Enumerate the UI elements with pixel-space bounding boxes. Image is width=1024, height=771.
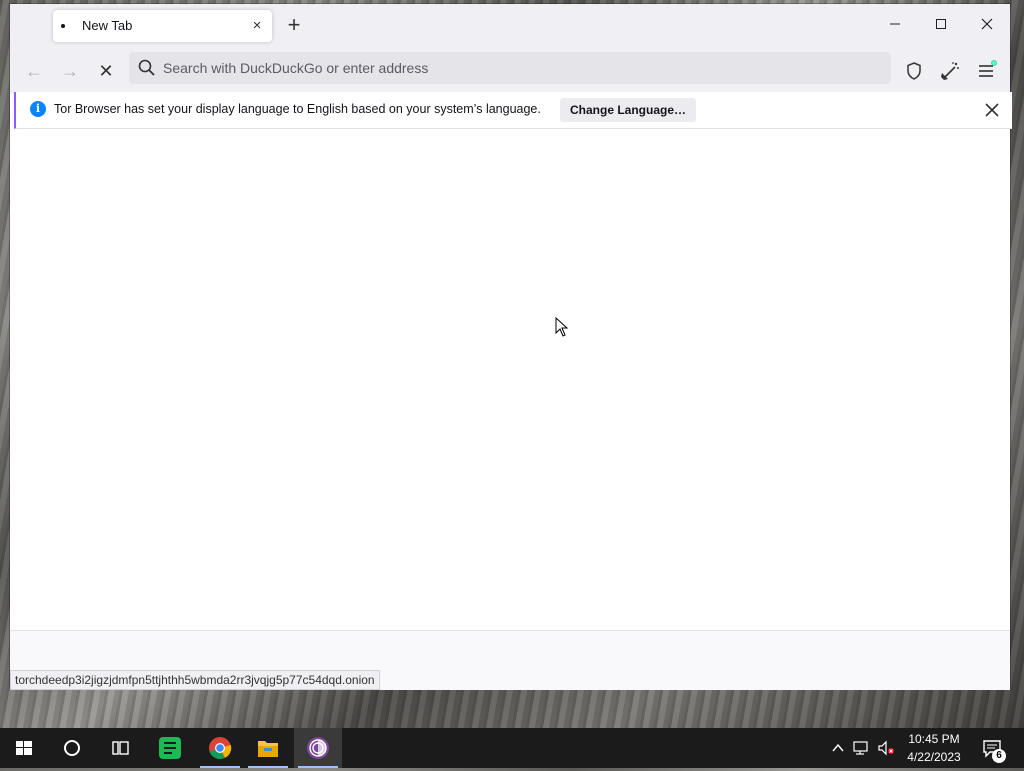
cortana-circle-icon <box>64 740 80 756</box>
chevron-up-icon[interactable] <box>828 738 848 758</box>
info-icon: i <box>30 101 46 117</box>
taskbar-file-explorer[interactable] <box>244 728 292 768</box>
browser-window: New Tab × + ← → ✕ Search with DuckDuckGo… <box>10 4 1012 690</box>
tor-browser-icon <box>307 737 329 759</box>
notification-message: Tor Browser has set your display languag… <box>54 102 541 116</box>
windows-logo-icon <box>16 741 32 755</box>
loading-dot-icon <box>61 24 65 28</box>
page-content[interactable] <box>10 129 1010 629</box>
hamburger-menu-icon[interactable] <box>971 56 1001 86</box>
forward-button[interactable]: → <box>55 56 85 86</box>
back-button[interactable]: ← <box>19 56 49 86</box>
maximize-button[interactable] <box>918 12 964 40</box>
tab-close-icon[interactable]: × <box>248 17 266 35</box>
start-button[interactable] <box>0 728 48 768</box>
change-language-button[interactable]: Change Language… <box>560 98 697 122</box>
notification-count-badge: 6 <box>992 749 1006 763</box>
new-identity-broom-icon[interactable] <box>935 56 965 86</box>
tab-bar: New Tab × + <box>10 4 1010 48</box>
maximize-icon <box>936 19 946 29</box>
url-bar[interactable] <box>129 52 891 84</box>
minimize-icon <box>890 23 900 25</box>
tab-new-tab[interactable]: New Tab × <box>53 10 272 42</box>
file-explorer-icon <box>258 741 278 757</box>
close-window-button[interactable] <box>964 12 1010 40</box>
language-notification-bar: i Tor Browser has set your display langu… <box>14 92 1012 129</box>
mouse-cursor-icon <box>555 317 569 337</box>
url-input[interactable] <box>163 52 863 84</box>
task-view-button[interactable] <box>96 728 144 768</box>
minimize-button[interactable] <box>872 12 918 40</box>
network-icon[interactable] <box>852 738 872 758</box>
taskbar-chrome[interactable] <box>196 728 244 768</box>
clock-time[interactable]: 10:45 PM <box>904 732 964 746</box>
taskbar-search-button[interactable] <box>48 728 96 768</box>
taskbar-green-app[interactable] <box>146 728 194 768</box>
volume-muted-icon[interactable] <box>876 738 896 758</box>
chrome-icon <box>209 737 232 760</box>
close-icon <box>981 18 993 30</box>
status-panel-url: torchdeedp3i2jigzjdmfpn5ttjhthh5wbmda2rr… <box>10 670 380 690</box>
taskbar: 10:45 PM 4/22/2023 6 <box>0 728 1024 768</box>
shield-icon[interactable] <box>899 56 929 86</box>
green-app-icon <box>159 737 181 759</box>
task-view-icon <box>112 741 129 755</box>
close-notification-icon[interactable] <box>982 100 1002 120</box>
search-icon <box>138 59 155 76</box>
taskbar-tor-browser[interactable] <box>294 728 342 768</box>
stop-button[interactable]: ✕ <box>91 56 121 86</box>
navigation-toolbar: ← → ✕ <box>10 48 1010 94</box>
tab-title: New Tab <box>82 18 133 33</box>
new-tab-button[interactable]: + <box>282 14 306 38</box>
clock-date[interactable]: 4/22/2023 <box>900 750 968 764</box>
